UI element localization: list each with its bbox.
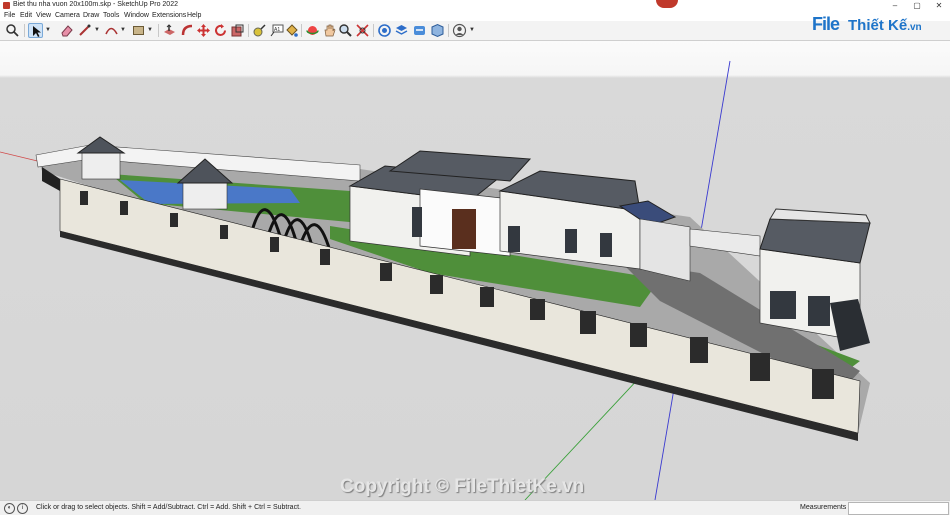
window-title: Biet thu nha vuon 20x100m.skp - SketchUp…	[13, 1, 178, 8]
search-icon[interactable]	[5, 23, 20, 38]
scale-icon[interactable]	[230, 23, 245, 38]
menu-tools[interactable]: Tools	[103, 12, 119, 19]
gazebo-left	[81, 152, 121, 180]
text-label-icon[interactable]: A1	[269, 23, 284, 38]
warehouse-icon[interactable]	[377, 23, 392, 38]
villa-main-door	[452, 209, 476, 249]
guardhouse-window	[808, 296, 830, 326]
toolbar-separator	[158, 24, 159, 37]
rectangle-icon[interactable]	[131, 23, 146, 38]
toolbar-separator	[301, 24, 302, 37]
menu-window[interactable]: Window	[124, 12, 149, 19]
status-bar: ◐ i Click or drag to select objects. Shi…	[0, 500, 950, 515]
eraser-icon[interactable]	[59, 23, 74, 38]
orbit-icon[interactable]	[305, 23, 320, 38]
brand-logo-suffix: .vn	[907, 22, 922, 33]
extension-manager-icon[interactable]	[430, 23, 445, 38]
maximize-button[interactable]: ▢	[906, 0, 928, 11]
gazebo-roof	[76, 136, 126, 154]
layers-icon[interactable]	[394, 23, 409, 38]
paint-bucket-icon[interactable]	[284, 23, 299, 38]
menu-edit[interactable]: Edit	[20, 12, 32, 19]
arc-icon[interactable]	[104, 23, 119, 38]
account-icon[interactable]	[452, 23, 467, 38]
chevron-down-icon[interactable]: ▼	[147, 27, 153, 33]
menu-help[interactable]: Help	[187, 12, 201, 19]
svg-text:A1: A1	[274, 27, 280, 33]
rotate-icon[interactable]	[213, 23, 228, 38]
zoom-extents-icon[interactable]	[355, 23, 370, 38]
chevron-down-icon[interactable]: ▼	[469, 27, 475, 33]
push-pull-icon[interactable]	[162, 23, 177, 38]
minimize-button[interactable]: –	[884, 0, 906, 11]
follow-me-icon[interactable]	[180, 23, 195, 38]
zoom-icon[interactable]	[338, 23, 353, 38]
sketchup-app-icon	[3, 2, 10, 9]
move-icon[interactable]	[196, 23, 211, 38]
pencil-line-icon[interactable]	[77, 23, 92, 38]
menu-extensions[interactable]: Extensions	[152, 12, 186, 19]
model-viewport[interactable]	[0, 41, 950, 500]
copyright-watermark: Copyright © FileThietKe.vn	[340, 476, 585, 497]
chevron-down-icon[interactable]: ▼	[120, 27, 126, 33]
guardhouse-window	[770, 291, 796, 319]
menu-file[interactable]: File	[4, 12, 15, 19]
measurements-label: Measurements	[800, 504, 847, 511]
extension-warehouse-icon[interactable]	[412, 23, 427, 38]
status-message: Click or drag to select objects. Shift =…	[36, 504, 301, 511]
toolbar-separator	[373, 24, 374, 37]
menu-bar: File Edit View Camera Draw Tools Window …	[0, 11, 950, 21]
pan-hand-icon[interactable]	[322, 23, 337, 38]
main-toolbar: ▼ ▼ ▼ ▼ A1 ▼	[0, 21, 950, 41]
chevron-down-icon[interactable]: ▼	[94, 27, 100, 33]
brand-logo-text: Thiết Kế	[848, 17, 908, 34]
villa-model-scene	[0, 60, 871, 500]
close-button[interactable]: ✕	[928, 0, 950, 11]
menu-draw[interactable]: Draw	[83, 12, 99, 19]
toolbar-separator	[24, 24, 25, 37]
menu-view[interactable]: View	[36, 12, 51, 19]
gate-pillar-roof	[830, 299, 870, 351]
brand-logo-name: Thiết Kế.vn	[848, 17, 922, 34]
menu-camera[interactable]: Camera	[55, 12, 80, 19]
measurements-input[interactable]	[848, 502, 949, 515]
title-bar: Biet thu nha vuon 20x100m.skp - SketchUp…	[0, 0, 950, 11]
georeference-icon[interactable]: ◐	[4, 503, 15, 514]
record-badge	[656, 0, 678, 8]
toolbar-separator	[248, 24, 249, 37]
brand-logo-file: File	[812, 14, 840, 34]
gazebo-pool	[182, 180, 228, 210]
tape-measure-icon[interactable]	[252, 23, 267, 38]
chevron-down-icon[interactable]: ▼	[45, 27, 51, 33]
info-icon[interactable]: i	[17, 503, 28, 514]
toolbar-separator	[448, 24, 449, 37]
select-arrow-icon[interactable]	[28, 23, 43, 38]
